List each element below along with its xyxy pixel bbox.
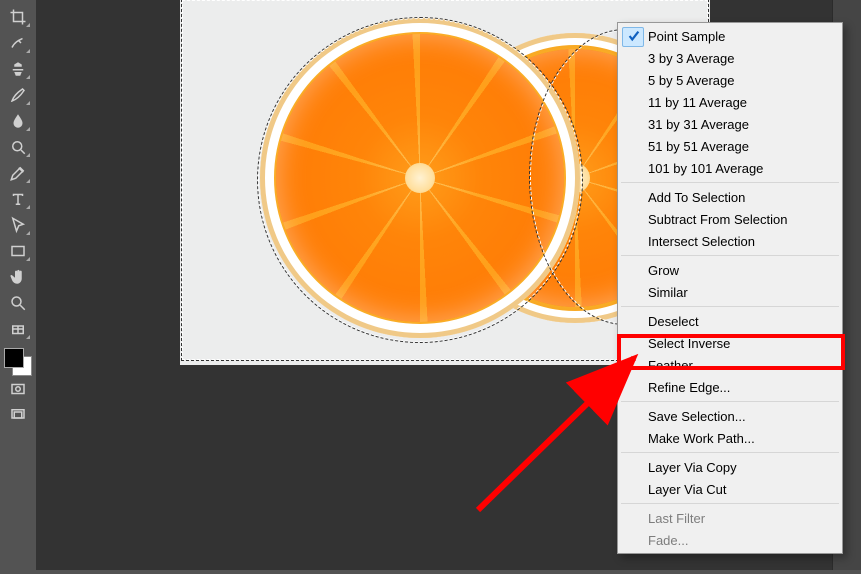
menu-item-label: Layer Via Copy bbox=[648, 460, 737, 475]
menu-item-label: Select Inverse bbox=[648, 336, 730, 351]
quick-mask-toggle[interactable] bbox=[5, 378, 31, 400]
menu-separator bbox=[621, 503, 839, 504]
menu-item-label: Layer Via Cut bbox=[648, 482, 727, 497]
menu-separator bbox=[621, 182, 839, 183]
type-tool[interactable] bbox=[5, 188, 31, 210]
menu-item-label: Save Selection... bbox=[648, 409, 746, 424]
menu-item-feather[interactable]: Feather... bbox=[620, 354, 840, 376]
zoom-tool[interactable] bbox=[5, 292, 31, 314]
menu-item-label: Similar bbox=[648, 285, 688, 300]
rectangle-shape-tool[interactable] bbox=[5, 240, 31, 262]
menu-item-label: Add To Selection bbox=[648, 190, 745, 205]
menu-item-label: Make Work Path... bbox=[648, 431, 755, 446]
menu-item-add-to-selection[interactable]: Add To Selection bbox=[620, 186, 840, 208]
healing-brush-tool[interactable] bbox=[5, 32, 31, 54]
menu-item-11x11-average[interactable]: 11 by 11 Average bbox=[620, 91, 840, 113]
menu-item-51x51-average[interactable]: 51 by 51 Average bbox=[620, 135, 840, 157]
color-swatches[interactable] bbox=[4, 348, 32, 376]
menu-item-label: 3 by 3 Average bbox=[648, 51, 735, 66]
menu-item-label: 31 by 31 Average bbox=[648, 117, 749, 132]
path-selection-tool[interactable] bbox=[5, 214, 31, 236]
menu-item-select-inverse[interactable]: Select Inverse bbox=[620, 332, 840, 354]
menu-item-label: Deselect bbox=[648, 314, 699, 329]
menu-item-label: 11 by 11 Average bbox=[648, 95, 747, 110]
menu-item-label: Last Filter bbox=[648, 511, 705, 526]
color-picker-tool[interactable] bbox=[5, 318, 31, 340]
menu-separator bbox=[621, 255, 839, 256]
menu-item-layer-via-copy[interactable]: Layer Via Copy bbox=[620, 456, 840, 478]
clone-stamp-tool[interactable] bbox=[5, 58, 31, 80]
menu-item-label: 51 by 51 Average bbox=[648, 139, 749, 154]
menu-item-label: 101 by 101 Average bbox=[648, 161, 763, 176]
screen-mode-toggle[interactable] bbox=[5, 404, 31, 426]
menu-item-subtract-from-selection[interactable]: Subtract From Selection bbox=[620, 208, 840, 230]
menu-item-label: Subtract From Selection bbox=[648, 212, 787, 227]
context-menu: Point Sample 3 by 3 Average 5 by 5 Avera… bbox=[617, 22, 843, 554]
menu-item-label: 5 by 5 Average bbox=[648, 73, 735, 88]
brush-tool[interactable] bbox=[5, 84, 31, 106]
menu-item-point-sample[interactable]: Point Sample bbox=[620, 25, 840, 47]
menu-item-label: Fade... bbox=[648, 533, 688, 548]
menu-item-save-selection[interactable]: Save Selection... bbox=[620, 405, 840, 427]
menu-item-label: Intersect Selection bbox=[648, 234, 755, 249]
menu-item-label: Grow bbox=[648, 263, 679, 278]
menu-separator bbox=[621, 306, 839, 307]
orange-slice-front bbox=[260, 18, 580, 338]
menu-item-label: Point Sample bbox=[648, 29, 725, 44]
hand-tool[interactable] bbox=[5, 266, 31, 288]
menu-item-label: Feather... bbox=[648, 358, 703, 373]
pen-tool[interactable] bbox=[5, 162, 31, 184]
menu-item-similar[interactable]: Similar bbox=[620, 281, 840, 303]
menu-item-5x5-average[interactable]: 5 by 5 Average bbox=[620, 69, 840, 91]
menu-item-grow[interactable]: Grow bbox=[620, 259, 840, 281]
menu-item-intersect-selection[interactable]: Intersect Selection bbox=[620, 230, 840, 252]
blur-tool[interactable] bbox=[5, 110, 31, 132]
menu-item-last-filter: Last Filter bbox=[620, 507, 840, 529]
tools-toolbar bbox=[0, 0, 36, 574]
foreground-color-swatch[interactable] bbox=[4, 348, 24, 368]
menu-item-31x31-average[interactable]: 31 by 31 Average bbox=[620, 113, 840, 135]
menu-item-3x3-average[interactable]: 3 by 3 Average bbox=[620, 47, 840, 69]
menu-separator bbox=[621, 452, 839, 453]
menu-item-101x101-average[interactable]: 101 by 101 Average bbox=[620, 157, 840, 179]
menu-item-fade: Fade... bbox=[620, 529, 840, 551]
checkmark-icon bbox=[624, 25, 644, 47]
menu-item-make-work-path[interactable]: Make Work Path... bbox=[620, 427, 840, 449]
menu-item-refine-edge[interactable]: Refine Edge... bbox=[620, 376, 840, 398]
menu-item-layer-via-cut[interactable]: Layer Via Cut bbox=[620, 478, 840, 500]
menu-separator bbox=[621, 401, 839, 402]
menu-item-deselect[interactable]: Deselect bbox=[620, 310, 840, 332]
dodge-tool[interactable] bbox=[5, 136, 31, 158]
menu-item-label: Refine Edge... bbox=[648, 380, 730, 395]
crop-tool[interactable] bbox=[5, 6, 31, 28]
